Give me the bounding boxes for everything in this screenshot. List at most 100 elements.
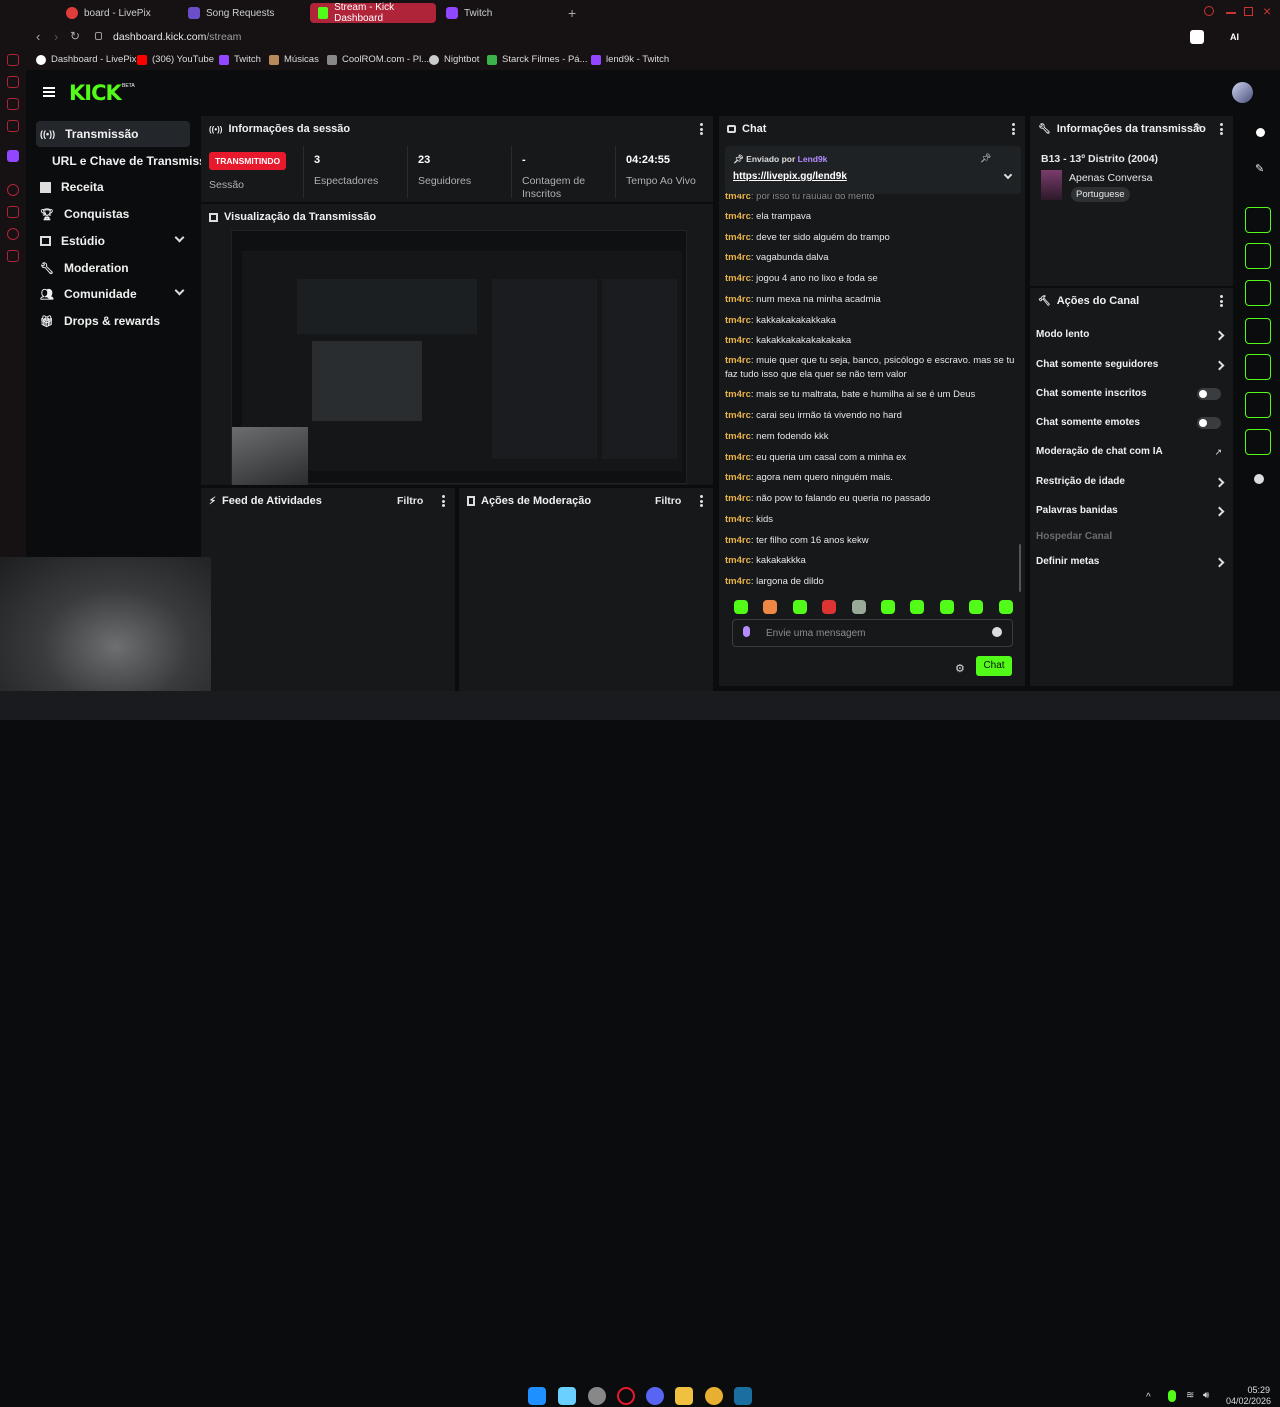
send-chat-button[interactable]: Chat (976, 656, 1012, 676)
chat-scrollbar[interactable] (1019, 544, 1021, 592)
chat-settings-icon[interactable]: ⚙︎ (955, 662, 965, 675)
more-options-icon[interactable] (1220, 295, 1223, 307)
external-link-icon[interactable]: ↗ (1214, 447, 1222, 458)
chat-username[interactable]: tm4rc (725, 232, 751, 243)
chevron-right-icon[interactable] (1214, 330, 1225, 341)
tab-twitch[interactable]: Twitch (438, 3, 500, 23)
action-set-goals[interactable]: Definir metas (1036, 556, 1099, 567)
nav-drops-rewards[interactable]: 🎁︎ Drops & rewards (40, 314, 160, 328)
nav-comunidade[interactable]: 👥︎ Comunidade (40, 287, 137, 301)
new-tab-plus-icon[interactable]: + (568, 5, 576, 21)
quick-action-button[interactable] (1245, 243, 1271, 269)
extension-icon[interactable] (1190, 30, 1204, 44)
emote-icon[interactable] (822, 600, 837, 614)
chat-username[interactable]: tm4rc (725, 211, 751, 222)
volume-icon[interactable]: 🔊︎ (1203, 1390, 1209, 1401)
history-icon[interactable] (7, 184, 19, 196)
chevron-right-icon[interactable] (1214, 360, 1225, 371)
close-window-icon[interactable]: × (1263, 3, 1271, 19)
tab-livepix[interactable]: board - LivePix (58, 3, 159, 23)
twitch-icon[interactable] (7, 150, 19, 162)
layout-widget-button[interactable] (1245, 392, 1271, 418)
chat-username[interactable]: tm4rc (725, 535, 751, 546)
broadcast-widget-button[interactable] (1245, 354, 1271, 380)
edit-icon[interactable]: ✎ (1255, 162, 1264, 175)
chat-username[interactable]: tm4rc (725, 431, 751, 442)
chevron-down-icon[interactable] (1003, 170, 1013, 180)
more-options-icon[interactable] (1012, 123, 1015, 135)
more-options-icon[interactable] (700, 123, 703, 135)
emotes-only-toggle[interactable] (1197, 417, 1221, 429)
windows-start-icon[interactable] (528, 1387, 546, 1405)
bookmark-coolrom[interactable]: CoolROM.com - Pl... (327, 54, 429, 65)
chat-username[interactable]: tm4rc (725, 410, 751, 421)
stream-category[interactable]: Apenas Conversa (1069, 172, 1152, 184)
settings-icon[interactable] (7, 250, 19, 262)
bookmark-lend9k[interactable]: lend9k - Twitch (591, 54, 669, 65)
url-field[interactable]: dashboard.kick.com/stream (113, 31, 241, 43)
emote-icon[interactable] (851, 600, 866, 614)
emoji-icon[interactable] (992, 627, 1002, 637)
edit-pencil-icon[interactable]: ✎ (1194, 122, 1202, 133)
emote-icon[interactable] (998, 600, 1013, 614)
nav-transmissao[interactable]: ((•)) Transmissão (40, 127, 139, 141)
menu-icon[interactable] (43, 87, 55, 97)
tab-song-requests[interactable]: Song Requests (180, 3, 282, 23)
action-age-restriction[interactable]: Restrição de idade (1036, 476, 1125, 487)
chat-username[interactable]: tm4rc (725, 514, 751, 525)
mic-icon[interactable] (743, 626, 750, 637)
chat-username[interactable]: tm4rc (725, 355, 751, 366)
bookmark-starck[interactable]: Starck Filmes - Pá... (487, 54, 588, 65)
nav-estudio[interactable]: Estúdio (40, 234, 105, 248)
forward-icon[interactable]: › (54, 29, 58, 44)
chat-input[interactable]: Envie uma mensagem (732, 619, 1013, 647)
kick-logo[interactable]: KICK (69, 81, 122, 105)
emote-icon[interactable] (792, 600, 807, 614)
chevron-down-icon[interactable] (174, 232, 185, 243)
download-icon[interactable] (7, 206, 19, 218)
camera-widget-button[interactable] (1245, 207, 1271, 233)
chat-username[interactable]: tm4rc (725, 555, 751, 566)
chat-username[interactable]: tm4rc (725, 252, 751, 263)
avatar[interactable] (1232, 82, 1253, 103)
chat-username[interactable]: tm4rc (725, 294, 751, 305)
music-icon[interactable] (7, 98, 19, 110)
emote-icon[interactable] (939, 600, 954, 614)
tab-kick-dashboard[interactable]: Stream - Kick Dashboard (310, 2, 436, 24)
bookmark-icon[interactable] (7, 120, 19, 132)
more-options-icon[interactable] (700, 495, 703, 507)
unpin-icon[interactable]: 📌︎ (980, 153, 991, 164)
chat-username[interactable]: tm4rc (725, 335, 751, 346)
stream-video[interactable] (231, 230, 687, 485)
chevron-right-icon[interactable] (1214, 557, 1225, 568)
action-followers-only[interactable]: Chat somente seguidores (1036, 359, 1158, 370)
info-icon[interactable] (1256, 128, 1265, 137)
obs-icon[interactable] (588, 1387, 606, 1405)
more-options-icon[interactable] (442, 495, 445, 507)
bookmark-nightbot[interactable]: Nightbot (429, 54, 479, 65)
reload-icon[interactable]: ↻ (70, 29, 80, 43)
mic-tray-icon[interactable] (1168, 1390, 1176, 1402)
minimize-icon[interactable] (1226, 12, 1236, 14)
action-banned-words[interactable]: Palavras banidas (1036, 505, 1118, 516)
chat-widget-button[interactable] (1245, 318, 1271, 344)
back-icon[interactable]: ‹ (36, 29, 40, 44)
search-tabs-icon[interactable] (1204, 6, 1214, 16)
moderation-widget-button[interactable] (1245, 429, 1271, 455)
ai-button[interactable]: AI (1230, 32, 1239, 42)
chat-username[interactable]: tm4rc (725, 389, 751, 400)
chat-username[interactable]: tm4rc (725, 493, 751, 504)
clock-icon[interactable] (7, 228, 19, 240)
folder-icon[interactable] (675, 1387, 693, 1405)
nav-receita[interactable]: Receita (40, 180, 104, 194)
bookmark-musicas[interactable]: Músicas (269, 54, 319, 65)
chevron-right-icon[interactable] (1214, 506, 1225, 517)
pinned-link[interactable]: https://livepix.gg/lend9k (733, 171, 847, 182)
opera-icon[interactable] (617, 1387, 635, 1405)
messenger-icon[interactable] (7, 54, 19, 66)
emote-icon[interactable] (763, 600, 778, 614)
clock[interactable]: 05:29 04/02/2026 (1226, 1385, 1271, 1407)
emote-icon[interactable] (734, 600, 748, 614)
nav-url-chave[interactable]: URL e Chave de Transmissão (52, 154, 220, 168)
chat-username[interactable]: tm4rc (725, 472, 751, 483)
